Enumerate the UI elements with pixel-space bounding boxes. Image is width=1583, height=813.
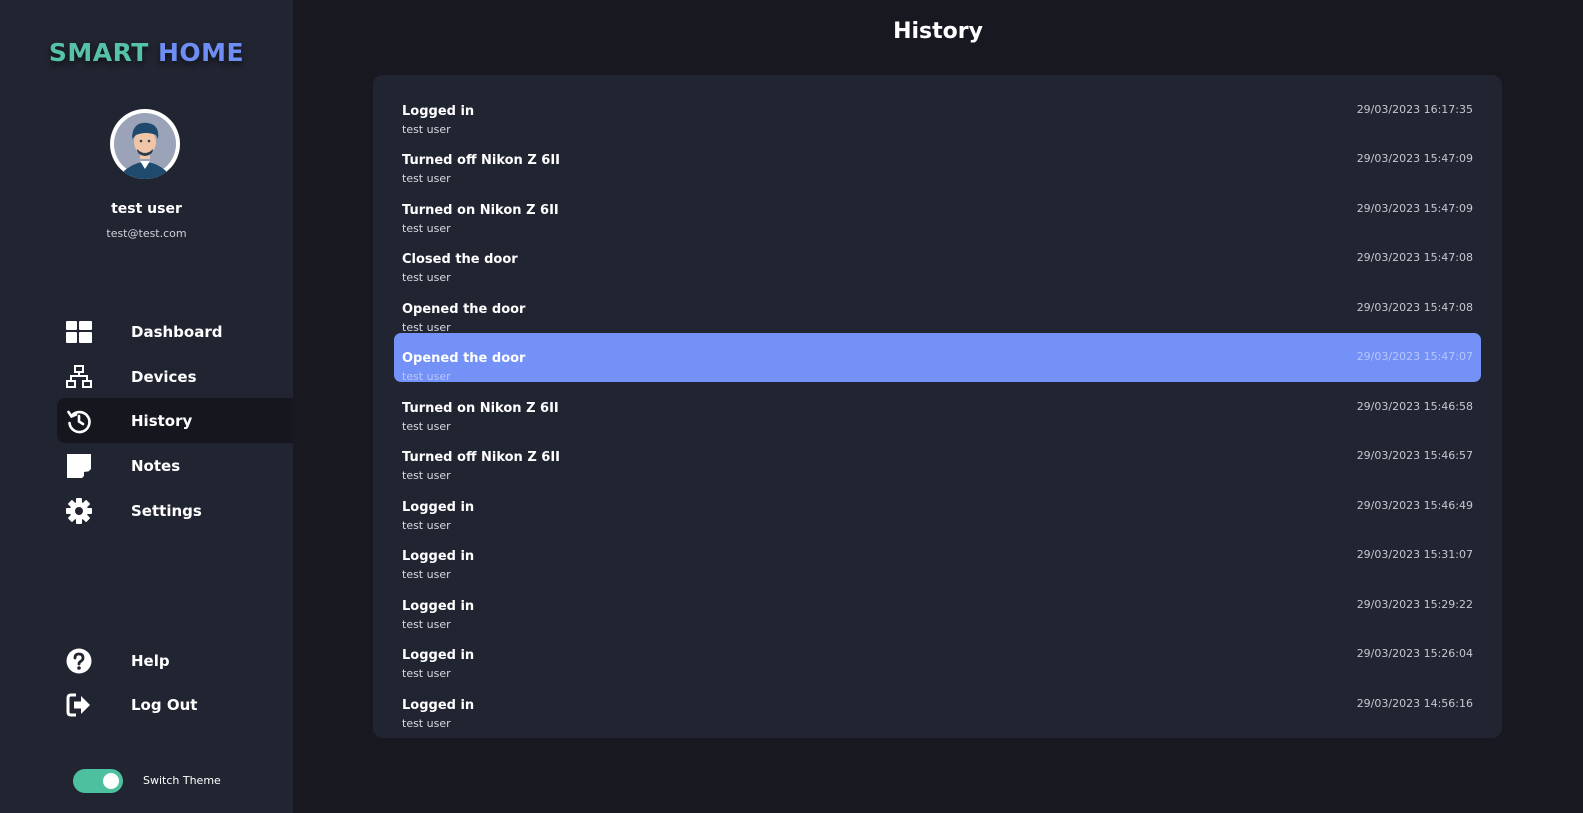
history-action: Logged in: [402, 698, 475, 713]
user-email: test@test.com: [106, 227, 187, 240]
history-user: test user: [402, 469, 451, 482]
history-action: Logged in: [402, 599, 475, 614]
sidebar-item-logout[interactable]: Log Out: [57, 682, 293, 727]
history-timestamp: 29/03/2023 15:47:07: [1356, 350, 1473, 363]
sidebar-item-label: Dashboard: [131, 322, 223, 341]
theme-toggle[interactable]: [73, 769, 123, 793]
sidebar-item-history[interactable]: History: [57, 398, 293, 443]
sidebar-item-label: Log Out: [131, 695, 198, 714]
history-user: test user: [402, 370, 451, 383]
history-item[interactable]: Logged in test user 29/03/2023 15:29:22: [394, 581, 1481, 631]
user-name: test user: [111, 201, 182, 217]
gear-icon: [57, 488, 101, 533]
history-item[interactable]: Logged in test user 29/03/2023 15:31:07: [394, 531, 1481, 581]
history-action: Logged in: [402, 648, 475, 663]
history-timestamp: 29/03/2023 15:47:09: [1356, 202, 1473, 215]
history-user: test user: [402, 667, 451, 680]
history-action: Logged in: [402, 549, 475, 564]
logout-icon: [57, 682, 101, 727]
history-action: Turned off Nikon Z 6II: [402, 450, 561, 465]
logo-text-home: HOME: [158, 38, 245, 67]
history-icon: [57, 398, 101, 443]
sidebar-item-label: History: [131, 411, 193, 430]
sidebar: SMART HOME test user test@test.com Dashb: [0, 0, 293, 813]
sidebar-item-label: Settings: [131, 501, 202, 520]
history-action: Logged in: [402, 104, 475, 119]
history-item[interactable]: Opened the door test user 29/03/2023 15:…: [394, 284, 1481, 334]
history-timestamp: 29/03/2023 15:47:09: [1356, 152, 1473, 165]
history-timestamp: 29/03/2023 15:29:22: [1356, 598, 1473, 611]
sidebar-item-help[interactable]: Help: [57, 638, 293, 683]
sidebar-item-notes[interactable]: Notes: [57, 443, 293, 488]
history-timestamp: 29/03/2023 15:47:08: [1356, 251, 1473, 264]
history-user: test user: [402, 172, 451, 185]
history-item[interactable]: Turned off Nikon Z 6II test user 29/03/2…: [394, 135, 1481, 185]
history-action: Turned off Nikon Z 6II: [402, 153, 561, 168]
avatar[interactable]: [110, 109, 180, 179]
history-user: test user: [402, 568, 451, 581]
history-item[interactable]: Turned off Nikon Z 6II test user 29/03/2…: [394, 432, 1481, 482]
history-timestamp: 29/03/2023 14:56:16: [1356, 697, 1473, 710]
sidebar-item-devices[interactable]: Devices: [57, 354, 293, 399]
history-timestamp: 29/03/2023 15:46:57: [1356, 449, 1473, 462]
history-action: Turned on Nikon Z 6II: [402, 203, 559, 218]
history-timestamp: 29/03/2023 15:31:07: [1356, 548, 1473, 561]
history-item[interactable]: Turned on Nikon Z 6II test user 29/03/20…: [394, 383, 1481, 433]
history-action: Opened the door: [402, 351, 526, 366]
question-icon: [57, 638, 101, 683]
history-timestamp: 29/03/2023 15:46:49: [1356, 499, 1473, 512]
history-timestamp: 29/03/2023 15:46:58: [1356, 400, 1473, 413]
history-timestamp: 29/03/2023 15:26:04: [1356, 647, 1473, 660]
page-title: History: [893, 19, 983, 44]
history-user: test user: [402, 271, 451, 284]
history-list: Logged in test user 29/03/2023 16:17:35 …: [373, 75, 1502, 738]
history-item[interactable]: Logged in test user 29/03/2023 15:26:04: [394, 630, 1481, 680]
history-item[interactable]: Closed the door test user 29/03/2023 15:…: [394, 234, 1481, 284]
app-logo[interactable]: SMART HOME: [0, 38, 293, 67]
history-user: test user: [402, 717, 451, 730]
dashboard-icon: [57, 309, 101, 354]
history-timestamp: 29/03/2023 16:17:35: [1356, 103, 1473, 116]
history-timestamp: 29/03/2023 15:47:08: [1356, 301, 1473, 314]
history-item[interactable]: Logged in test user 29/03/2023 14:56:16: [394, 680, 1481, 730]
history-action: Opened the door: [402, 302, 526, 317]
history-action: Turned on Nikon Z 6II: [402, 401, 559, 416]
sidebar-item-label: Notes: [131, 456, 181, 475]
note-icon: [57, 443, 101, 488]
logo-text-smart: SMART: [48, 38, 149, 67]
history-action: Closed the door: [402, 252, 518, 267]
sidebar-item-settings[interactable]: Settings: [57, 488, 293, 533]
history-item[interactable]: Turned on Nikon Z 6II test user 29/03/20…: [394, 185, 1481, 235]
theme-toggle-label: Switch Theme: [143, 774, 221, 787]
sidebar-item-label: Devices: [131, 367, 197, 386]
history-item[interactable]: Logged in test user 29/03/2023 15:46:49: [394, 482, 1481, 532]
history-action: Logged in: [402, 500, 475, 515]
network-icon: [57, 354, 101, 399]
sidebar-item-label: Help: [131, 651, 170, 670]
toggle-knob: [103, 773, 119, 789]
sidebar-item-dashboard[interactable]: Dashboard: [57, 309, 293, 354]
history-item-highlighted[interactable]: Opened the door test user 29/03/2023 15:…: [394, 333, 1481, 383]
history-item[interactable]: Logged in test user 29/03/2023 16:17:35: [394, 86, 1481, 136]
